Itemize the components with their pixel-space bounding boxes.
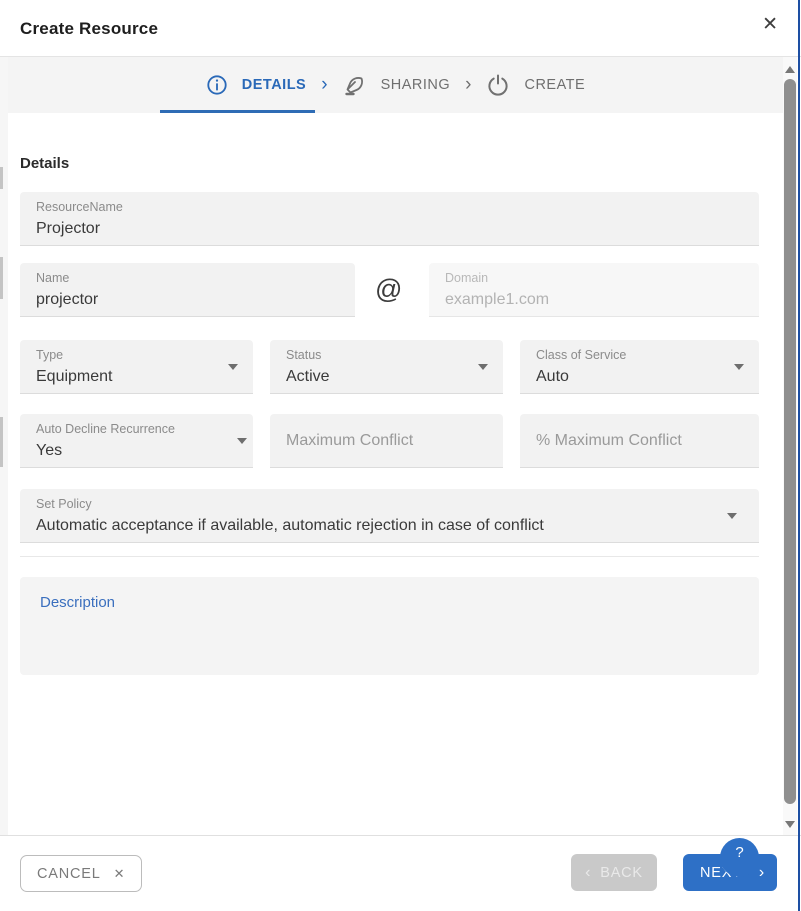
maximum-conflict-placeholder: Maximum Conflict — [286, 432, 413, 450]
section-title: Details — [20, 155, 69, 172]
dialog-footer: CANCEL ✕ ‹ BACK NEXT › ? — [0, 835, 801, 911]
tab-sharing-label: SHARING — [381, 77, 451, 93]
chevron-right-icon: › — [321, 75, 327, 94]
percent-maximum-conflict-placeholder: % Maximum Conflict — [536, 432, 682, 450]
status-dropdown[interactable]: Status Active — [270, 340, 503, 394]
chevron-right-icon: › — [465, 75, 471, 94]
description-placeholder: Description — [40, 594, 739, 611]
section-divider — [20, 556, 759, 557]
chevron-down-icon — [734, 364, 744, 370]
chevron-right-icon: › — [759, 865, 765, 881]
chevron-down-icon — [478, 364, 488, 370]
tab-details-label: DETAILS — [242, 77, 306, 93]
class-of-service-label: Class of Service — [536, 348, 743, 363]
scrollbar-thumb[interactable] — [784, 79, 796, 804]
active-tab-underline — [160, 110, 315, 113]
domain-label: Domain — [445, 271, 743, 286]
set-policy-value: Automatic acceptance if available, autom… — [36, 517, 743, 535]
tab-details[interactable]: DETAILS — [206, 74, 306, 96]
dialog-title: Create Resource — [20, 0, 158, 57]
help-button-label: ? — [735, 844, 743, 861]
status-label: Status — [286, 348, 487, 363]
percent-maximum-conflict-field[interactable]: % Maximum Conflict — [520, 414, 759, 468]
class-of-service-dropdown[interactable]: Class of Service Auto — [520, 340, 759, 394]
maximum-conflict-field[interactable]: Maximum Conflict — [270, 414, 503, 468]
auto-decline-recurrence-dropdown[interactable]: Auto Decline Recurrence Yes — [20, 414, 253, 468]
type-value: Equipment — [36, 368, 237, 386]
type-dropdown[interactable]: Type Equipment — [20, 340, 253, 394]
cancel-button[interactable]: CANCEL ✕ — [20, 855, 142, 892]
info-icon — [206, 74, 228, 96]
wizard-stepper: DETAILS › SHARING › CREATE — [8, 57, 783, 113]
background-artifact — [0, 417, 3, 467]
tab-sharing[interactable]: SHARING — [343, 73, 451, 97]
domain-field[interactable]: Domain example1.com — [429, 263, 759, 317]
chevron-down-icon — [237, 438, 247, 444]
description-textarea[interactable]: Description — [20, 577, 759, 675]
at-symbol: @ — [375, 274, 402, 305]
background-artifact — [0, 257, 3, 299]
set-policy-label: Set Policy — [36, 497, 743, 512]
domain-placeholder: example1.com — [445, 291, 743, 309]
pen-icon — [343, 73, 367, 97]
power-icon — [486, 73, 510, 97]
class-of-service-value: Auto — [536, 368, 743, 386]
help-button[interactable]: ? — [720, 838, 759, 877]
background-page-sliver — [0, 57, 8, 835]
type-label: Type — [36, 348, 237, 363]
close-icon[interactable]: ✕ — [762, 15, 778, 34]
window-edge — [798, 0, 800, 911]
create-resource-dialog: Create Resource ✕ DETAILS › — [0, 0, 801, 911]
scroll-up-arrow-icon[interactable] — [785, 66, 795, 73]
chevron-down-icon — [727, 513, 737, 519]
auto-decline-recurrence-value: Yes — [36, 442, 237, 460]
chevron-left-icon: ‹ — [585, 865, 591, 881]
scroll-down-arrow-icon[interactable] — [785, 821, 795, 828]
chevron-down-icon — [228, 364, 238, 370]
auto-decline-recurrence-label: Auto Decline Recurrence — [36, 422, 237, 437]
background-artifact — [0, 167, 3, 189]
name-field[interactable]: Name projector — [20, 263, 355, 317]
resource-name-field[interactable]: ResourceName Projector — [20, 192, 759, 246]
resource-name-label: ResourceName — [36, 200, 743, 215]
name-value: projector — [36, 291, 339, 309]
back-button[interactable]: ‹ BACK — [571, 854, 657, 891]
tab-create[interactable]: CREATE — [486, 73, 585, 97]
name-label: Name — [36, 271, 339, 286]
back-button-label: BACK — [600, 865, 643, 881]
set-policy-dropdown[interactable]: Set Policy Automatic acceptance if avail… — [20, 489, 759, 543]
tab-create-label: CREATE — [524, 77, 585, 93]
status-value: Active — [286, 368, 487, 386]
vertical-scrollbar[interactable] — [783, 57, 797, 835]
resource-name-value: Projector — [36, 220, 743, 238]
cancel-button-label: CANCEL — [37, 866, 101, 882]
close-icon: ✕ — [114, 866, 126, 882]
dialog-header: Create Resource ✕ — [0, 0, 801, 57]
